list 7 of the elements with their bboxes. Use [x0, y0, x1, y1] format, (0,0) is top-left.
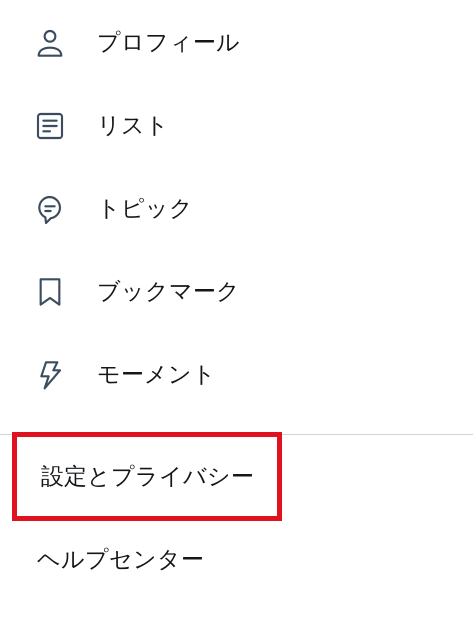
menu-item[interactable]: トピック: [97, 193, 193, 224]
menu-item[interactable]: ヘルプセンター: [37, 520, 204, 599]
menu-item[interactable]: リスト: [97, 110, 169, 141]
menu-item[interactable]: ブックマーク: [97, 276, 240, 307]
menu-item[interactable]: モーメント: [97, 359, 216, 390]
menu-item[interactable]: 設定とプライバシー: [12, 432, 282, 521]
menu-item[interactable]: プロフィール: [97, 27, 240, 58]
